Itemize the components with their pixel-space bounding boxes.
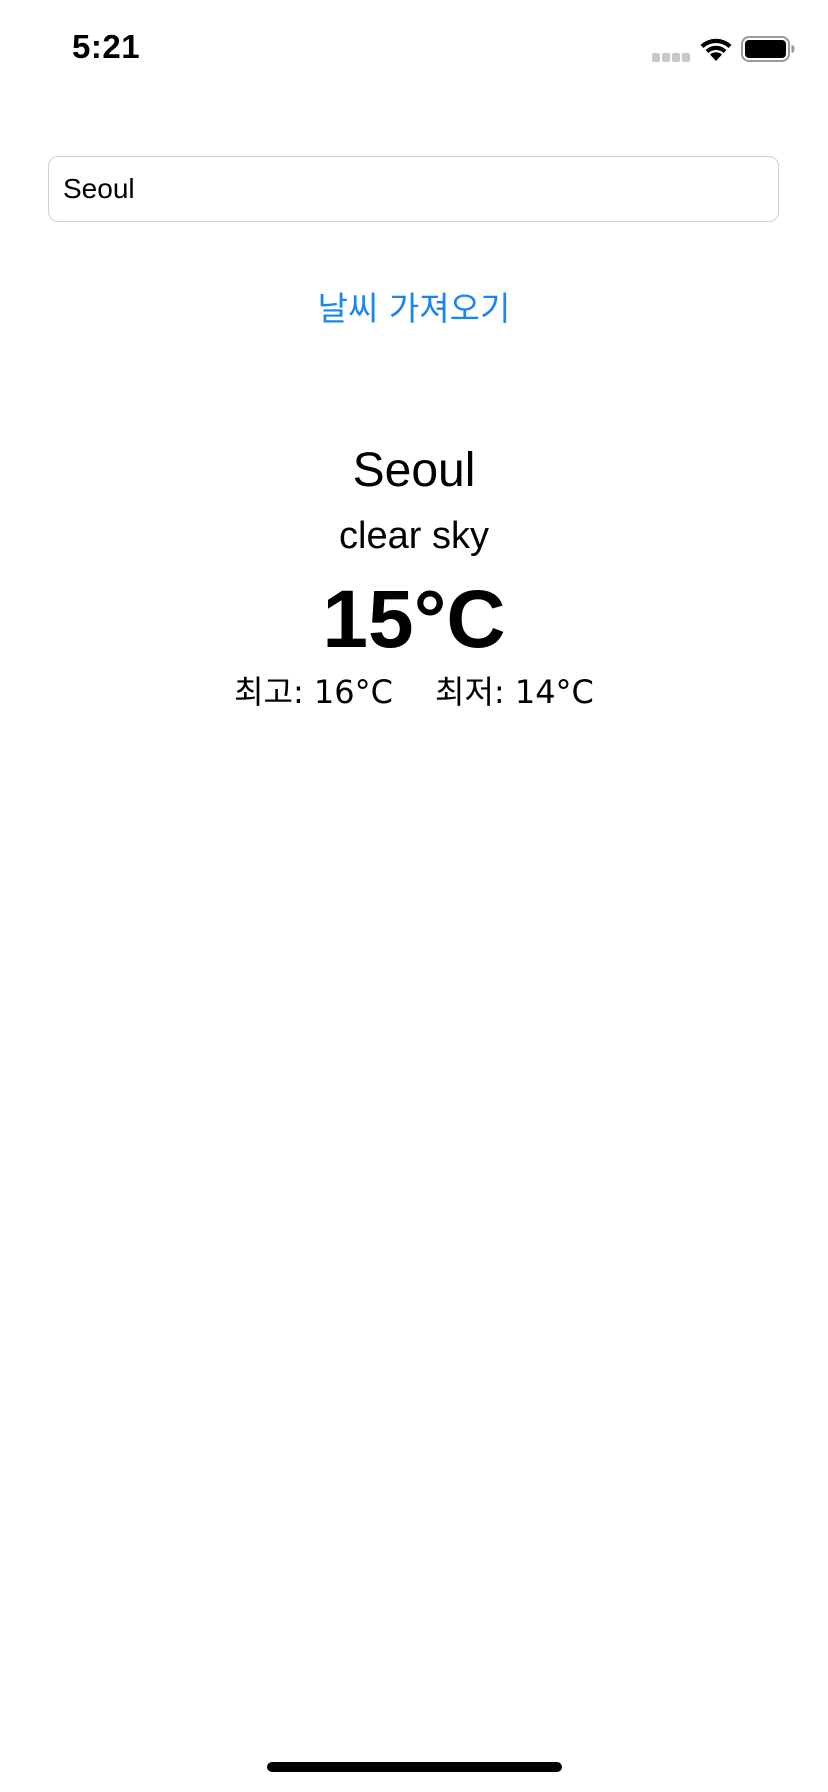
low-temperature: 최저: 14°C — [435, 673, 594, 711]
weather-card: Seoul clear sky 15°C 최고: 16°C 최저: 14°C — [0, 440, 828, 714]
city-search-input[interactable] — [48, 156, 779, 222]
weather-description: clear sky — [339, 515, 489, 557]
wifi-icon — [700, 38, 732, 61]
high-temperature: 최고: 16°C — [234, 673, 393, 711]
city-name: Seoul — [352, 444, 476, 497]
home-indicator[interactable] — [267, 1762, 562, 1772]
battery-icon — [741, 36, 795, 62]
status-bar: 5:21 — [0, 0, 828, 100]
cellular-signal-icon — [652, 53, 690, 62]
temperature-range: 최고: 16°C 최저: 14°C — [0, 670, 828, 714]
status-time: 5:21 — [72, 28, 141, 65]
current-temperature: 15°C — [322, 574, 506, 665]
fetch-weather-button[interactable]: 날씨 가져오기 — [0, 278, 828, 334]
